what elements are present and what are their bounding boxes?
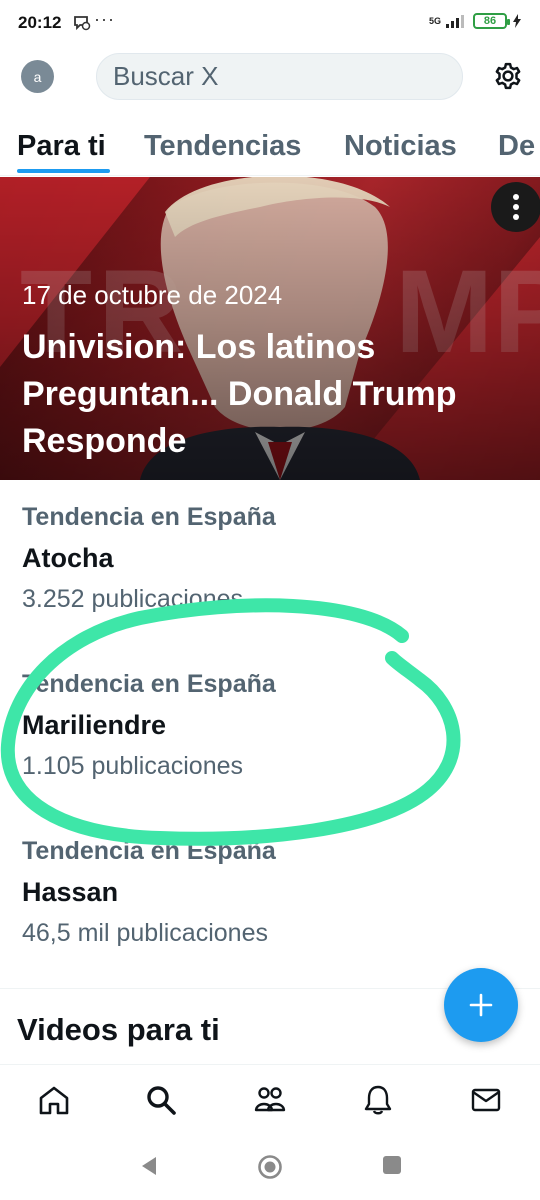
- plus-icon: [469, 993, 493, 1017]
- search-icon[interactable]: [144, 1083, 178, 1117]
- status-more-icon: ···: [94, 9, 115, 29]
- compose-button[interactable]: [444, 968, 518, 1042]
- status-right-group: 5G 86: [429, 13, 522, 29]
- trend-context: Tendencia en España: [22, 503, 276, 531]
- tab-deportes[interactable]: De: [498, 130, 535, 163]
- featured-news-card[interactable]: TR MP 17 de octubre de 2024 Univision: L…: [0, 177, 540, 480]
- status-time: 20:12: [18, 13, 62, 32]
- tab-para-ti[interactable]: Para ti: [17, 130, 106, 163]
- search-bar[interactable]: [96, 53, 463, 100]
- messages-icon[interactable]: [469, 1083, 503, 1117]
- trend-post-count: 46,5 mil publicaciones: [22, 919, 268, 947]
- back-icon[interactable]: [138, 1154, 160, 1178]
- charging-icon: [513, 14, 521, 28]
- trend-context: Tendencia en España: [22, 837, 276, 865]
- explore-tabs: Para ti Tendencias Noticias De: [0, 118, 540, 176]
- trend-name: Atocha: [22, 543, 114, 573]
- news-date: 17 de octubre de 2024: [22, 280, 283, 310]
- home-circle-icon[interactable]: [257, 1154, 283, 1180]
- trend-post-count: 1.105 publicaciones: [22, 752, 243, 780]
- battery-icon: 86: [473, 13, 510, 29]
- bottom-navigation: [0, 1064, 540, 1136]
- trend-post-count: 3.252 publicaciones: [22, 585, 243, 613]
- trend-context: Tendencia en España: [22, 670, 276, 698]
- trend-item[interactable]: Tendencia en España Atocha 3.252 publica…: [22, 503, 276, 614]
- battery-level: 86: [483, 15, 497, 27]
- more-options-icon[interactable]: [491, 182, 540, 232]
- news-headline: Univision: Los latinos Preguntan... Dona…: [22, 328, 457, 460]
- active-tab-indicator: [17, 169, 110, 173]
- trend-name: Mariliendre: [22, 710, 167, 740]
- trend-name: Hassan: [22, 877, 119, 907]
- recents-icon[interactable]: [381, 1154, 403, 1176]
- trend-item[interactable]: Tendencia en España Mariliendre 1.105 pu…: [22, 670, 276, 781]
- videos-section-title: Videos para ti: [17, 1012, 220, 1047]
- network-type-label: 5G: [428, 15, 441, 26]
- search-input[interactable]: [113, 61, 462, 92]
- system-navigation-bar: [0, 1136, 540, 1200]
- notification-status-icon: [74, 16, 91, 31]
- trend-item[interactable]: Tendencia en España Hassan 46,5 mil publ…: [22, 837, 276, 948]
- home-icon[interactable]: [37, 1083, 71, 1117]
- tab-noticias[interactable]: Noticias: [344, 130, 457, 163]
- avatar[interactable]: a: [21, 60, 54, 93]
- tab-tendencias[interactable]: Tendencias: [144, 130, 301, 163]
- notifications-icon[interactable]: [361, 1083, 395, 1117]
- signal-icon: [446, 15, 464, 28]
- communities-icon[interactable]: [253, 1083, 287, 1117]
- avatar-letter: a: [33, 68, 42, 85]
- settings-gear-icon[interactable]: [493, 61, 523, 91]
- status-bar: 20:12 ··· 5G 86: [0, 0, 540, 46]
